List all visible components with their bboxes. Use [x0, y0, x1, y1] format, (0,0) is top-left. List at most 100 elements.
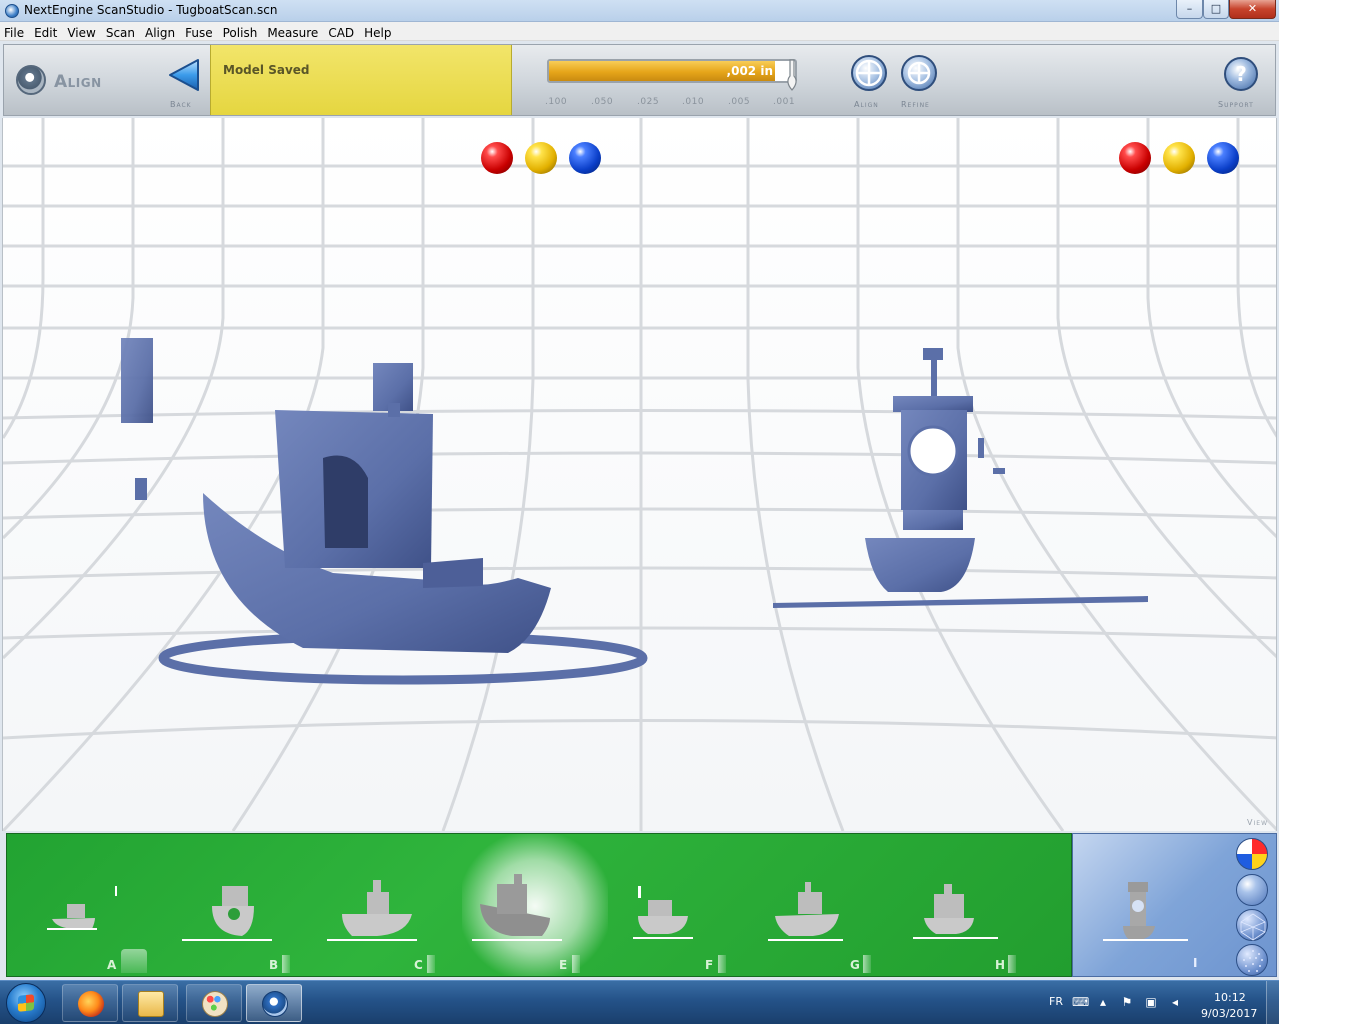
scan-thumbnail-b[interactable]: B: [172, 834, 318, 976]
thumbnail-letter: B: [269, 958, 279, 972]
tick-label: .010: [682, 97, 705, 107]
clock-time[interactable]: 10:12: [1214, 991, 1246, 1004]
language-indicator[interactable]: FR: [1049, 995, 1063, 1008]
status-message: Model Saved: [223, 63, 310, 77]
scanstudio-icon: [262, 991, 288, 1017]
scanstudio-window: NextEngine ScanStudio - TugboatScan.scn …: [0, 0, 1279, 1024]
scan-marker-icon: [427, 955, 435, 973]
menu-scan[interactable]: Scan: [101, 24, 140, 43]
scan-thumbnail-a[interactable]: A: [37, 834, 183, 976]
thumbnail-letter: E: [559, 958, 568, 972]
texture-view-sphere-icon[interactable]: [1236, 838, 1268, 870]
preview-letter: I: [1193, 956, 1198, 970]
boat-thumbnail-icon: [768, 882, 843, 941]
show-hidden-icons-icon[interactable]: ▴: [1096, 995, 1110, 1009]
taskbar-firefox[interactable]: [62, 984, 118, 1022]
close-button[interactable]: ✕: [1229, 0, 1276, 19]
marker-ball-blue-right[interactable]: [1207, 142, 1239, 174]
menu-polish[interactable]: Polish: [218, 24, 263, 43]
align-label: Align: [854, 100, 879, 109]
boat-thumbnail-icon: [47, 886, 117, 930]
marker-ball-red-right[interactable]: [1119, 142, 1151, 174]
file-explorer-icon: [138, 991, 164, 1017]
thumbnail-letter: F: [705, 958, 714, 972]
3d-viewport[interactable]: View: [2, 118, 1277, 831]
paint-icon: [202, 991, 228, 1017]
tolerance-slider-thumb[interactable]: [783, 58, 801, 92]
boat-preview-icon: [1103, 882, 1188, 941]
scan-marker-icon: [863, 955, 871, 973]
outside-window-area: [1279, 0, 1345, 1024]
back-label: Back: [170, 100, 192, 109]
show-desktop-button[interactable]: [1266, 981, 1279, 1024]
menu-edit[interactable]: Edit: [29, 24, 62, 43]
back-arrow-icon: [169, 59, 199, 91]
minimize-button[interactable]: –: [1176, 0, 1203, 19]
solid-view-sphere-icon[interactable]: [1236, 874, 1268, 906]
start-button[interactable]: [6, 983, 46, 1023]
thumbnail-letter: A: [107, 958, 117, 972]
tick-label: .005: [728, 97, 751, 107]
align-toolbar: Align Back Model Saved ,002 in .100 .050…: [3, 44, 1276, 116]
wireframe-pattern-icon: [1240, 913, 1266, 941]
menu-help[interactable]: Help: [359, 24, 396, 43]
wireframe-view-sphere-icon[interactable]: [1236, 909, 1268, 941]
tolerance-value: ,002 in: [726, 64, 773, 78]
scanstudio-app-icon[interactable]: [5, 4, 19, 18]
maximize-button[interactable]: □: [1203, 0, 1229, 19]
points-view-sphere-icon[interactable]: [1236, 944, 1268, 976]
tick-label: .001: [773, 97, 796, 107]
tolerance-tick-labels: .100 .050 .025 .010 .005 .001: [545, 97, 807, 109]
boat-thumbnail-icon: [327, 880, 417, 941]
align-button[interactable]: [851, 55, 887, 91]
boat-thumbnail-icon: [633, 886, 693, 939]
taskbar-paint[interactable]: [186, 984, 242, 1022]
mode-title: Align: [54, 72, 102, 92]
tolerance-slider[interactable]: ,002 in: [547, 59, 797, 83]
action-center-flag-icon[interactable]: ⚑: [1120, 995, 1134, 1009]
scan-marker-icon: [572, 955, 580, 973]
marker-ball-yellow-left[interactable]: [525, 142, 557, 174]
network-icon[interactable]: ▣: [1144, 995, 1158, 1009]
scan-thumbnail-e[interactable]: E: [462, 834, 608, 976]
menu-fuse[interactable]: Fuse: [180, 24, 218, 43]
title-bar: NextEngine ScanStudio - TugboatScan.scn …: [0, 0, 1279, 22]
taskbar-scanstudio[interactable]: [246, 984, 302, 1022]
tick-label: .050: [591, 97, 614, 107]
support-help-icon[interactable]: ?: [1224, 57, 1258, 91]
menu-cad[interactable]: CAD: [323, 24, 359, 43]
scan-thumbnail-g[interactable]: G: [753, 834, 899, 976]
menu-bar: File Edit View Scan Align Fuse Polish Measure CA…: [0, 22, 1279, 41]
firefox-icon: [78, 991, 104, 1017]
fused-preview-panel[interactable]: I: [1072, 833, 1277, 977]
menu-file[interactable]: File: [0, 24, 29, 43]
status-panel: Model Saved: [210, 45, 512, 115]
taskbar-file-explorer[interactable]: [122, 984, 178, 1022]
menu-measure[interactable]: Measure: [262, 24, 323, 43]
refine-button[interactable]: [901, 55, 937, 91]
marker-ball-red-left[interactable]: [481, 142, 513, 174]
menu-view[interactable]: View: [62, 24, 100, 43]
windows-logo-icon: [18, 994, 34, 1012]
menu-align[interactable]: Align: [140, 24, 180, 43]
scan-marker-icon: [282, 955, 290, 973]
marker-ball-yellow-right[interactable]: [1163, 142, 1195, 174]
support-label: Support: [1218, 100, 1254, 109]
clock-date[interactable]: 9/03/2017: [1201, 1007, 1257, 1020]
slider-thumb-icon: [787, 59, 797, 91]
scan-thumbnail-c[interactable]: C: [317, 834, 463, 976]
marker-ball-blue-left[interactable]: [569, 142, 601, 174]
scan-marker-icon: [1008, 955, 1016, 973]
thumbnail-letter: C: [414, 958, 423, 972]
back-button[interactable]: [164, 55, 204, 101]
tick-label: .100: [545, 97, 568, 107]
tick-label: .025: [637, 97, 660, 107]
scan-thumbnail-h[interactable]: H: [898, 834, 1044, 976]
volume-icon[interactable]: ◂: [1168, 995, 1182, 1009]
refine-label: Refine: [901, 100, 930, 109]
perspective-grid: [3, 118, 1276, 831]
refine-target-icon: [907, 61, 931, 85]
boat-thumbnail-icon: [182, 886, 272, 941]
keyboard-icon[interactable]: ⌨: [1072, 995, 1089, 1009]
scan-thumbnail-f[interactable]: F: [608, 834, 754, 976]
